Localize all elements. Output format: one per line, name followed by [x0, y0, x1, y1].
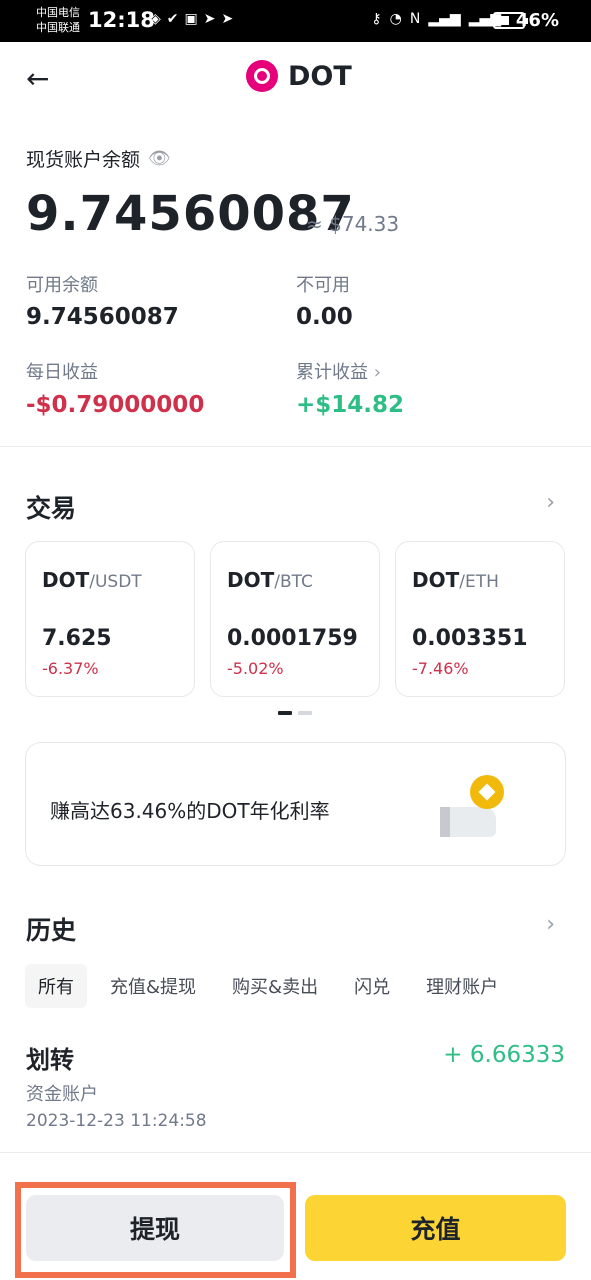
telegram-icon: ➤ — [221, 11, 234, 27]
notification-icon: ✔ — [166, 11, 179, 27]
total-pnl-link[interactable]: 累计收益 › — [296, 358, 381, 384]
tab-deposit-withdraw[interactable]: 充值&提现 — [97, 964, 209, 1008]
hand-icon — [440, 807, 496, 837]
total-pnl-label: 累计收益 — [296, 362, 368, 383]
status-time: 12:18 — [88, 8, 155, 32]
divider — [0, 446, 591, 447]
deposit-button[interactable]: 充值 — [305, 1195, 566, 1261]
unavailable-value: 0.00 — [296, 304, 353, 330]
page-header: DOT — [246, 60, 352, 92]
status-bar: 中国电信 中国联通 12:18 ◈ ✔ ▣ ➤ ➤ ⚷ ◔ N ▂▄▆ ▂▄▆ … — [0, 0, 591, 42]
speed-icon: ◔ — [389, 11, 402, 27]
pair-quote: /BTC — [274, 572, 313, 592]
history-item-amount: + 6.66333 — [443, 1042, 565, 1068]
balance-label-row: 现货账户余额 👁 — [26, 145, 171, 172]
pair-price: 7.625 — [42, 626, 112, 651]
daily-pnl-label: 每日收益 — [26, 362, 98, 383]
withdraw-button[interactable]: 提现 — [26, 1195, 284, 1261]
history-item-subtitle: 资金账户 — [26, 1084, 98, 1105]
pair-name: DOT/ETH — [412, 568, 499, 592]
nfc-icon: N — [409, 11, 421, 27]
total-pnl-value: +$14.82 — [296, 392, 405, 418]
tab-buy-sell[interactable]: 购买&卖出 — [219, 964, 331, 1008]
chevron-right-icon: › — [373, 362, 381, 383]
available-value: 9.74560087 — [26, 304, 179, 330]
page-title: DOT — [288, 60, 352, 92]
balance-label: 现货账户余额 — [26, 149, 141, 171]
notification-icons: ◈ ✔ ▣ ➤ ➤ — [150, 11, 233, 27]
tab-convert[interactable]: 闪兑 — [341, 964, 403, 1008]
telegram-icon: ➤ — [203, 11, 216, 27]
pair-name: DOT/BTC — [227, 568, 313, 592]
pair-base: DOT — [42, 568, 90, 592]
trading-pair-card[interactable]: DOT/USDT 7.625 -6.37% — [25, 541, 195, 697]
pair-change: -5.02% — [227, 659, 284, 678]
chevron-right-icon[interactable]: › — [546, 490, 555, 515]
divider — [0, 1152, 591, 1153]
tab-earn-account[interactable]: 理财账户 — [413, 964, 511, 1008]
chevron-right-icon[interactable]: › — [546, 912, 555, 937]
history-item-time: 2023-12-23 11:24:58 — [26, 1111, 207, 1131]
pair-quote: /USDT — [89, 572, 142, 592]
key-icon: ⚷ — [371, 11, 382, 27]
app-icon: ▣ — [184, 11, 198, 27]
system-icons: ⚷ ◔ N ▂▄▆ ▂▄▆ — [371, 11, 501, 27]
carousel-dot-active — [278, 711, 292, 715]
earn-promo-banner[interactable]: 赚高达63.46%的DOT年化利率 — [25, 742, 566, 866]
battery-percentage: 46% — [515, 10, 559, 31]
history-tabs: 所有 充值&提现 购买&卖出 闪兑 理财账户 — [25, 964, 511, 1008]
pair-price: 0.0001759 — [227, 626, 358, 651]
carousel-dot — [298, 711, 312, 715]
eye-icon[interactable]: 👁 — [148, 148, 171, 169]
daily-pnl-value: -$0.79000000 — [26, 392, 205, 418]
pair-base: DOT — [412, 568, 460, 592]
pair-name: DOT/USDT — [42, 568, 142, 592]
trading-pair-card[interactable]: DOT/BTC 0.0001759 -5.02% — [210, 541, 380, 697]
trade-section-title: 交易 — [26, 494, 77, 523]
dot-coin-icon — [246, 60, 278, 92]
carrier-2: 中国联通 — [36, 21, 80, 34]
unavailable-label: 不可用 — [296, 275, 350, 296]
history-item-title: 划转 — [26, 1046, 74, 1074]
carrier-labels: 中国电信 中国联通 — [36, 5, 80, 35]
available-label: 可用余额 — [26, 275, 98, 296]
pair-quote: /ETH — [459, 572, 499, 592]
carrier-1: 中国电信 — [36, 6, 80, 19]
notification-icon: ◈ — [150, 11, 161, 27]
history-section-title: 历史 — [26, 916, 77, 945]
pair-price: 0.003351 — [412, 626, 528, 651]
tab-all[interactable]: 所有 — [25, 964, 87, 1008]
promo-text: 赚高达63.46%的DOT年化利率 — [50, 799, 330, 823]
trading-pair-card[interactable]: DOT/ETH 0.003351 -7.46% — [395, 541, 565, 697]
balance-fiat-value: ≈ $74.33 — [306, 212, 400, 236]
pair-base: DOT — [227, 568, 275, 592]
carousel-indicator — [278, 711, 312, 715]
back-arrow-icon[interactable]: ← — [26, 62, 49, 95]
pair-change: -7.46% — [412, 659, 469, 678]
coin-icon — [470, 775, 504, 809]
signal-icon: ▂▄▆ — [428, 11, 461, 27]
pair-change: -6.37% — [42, 659, 99, 678]
